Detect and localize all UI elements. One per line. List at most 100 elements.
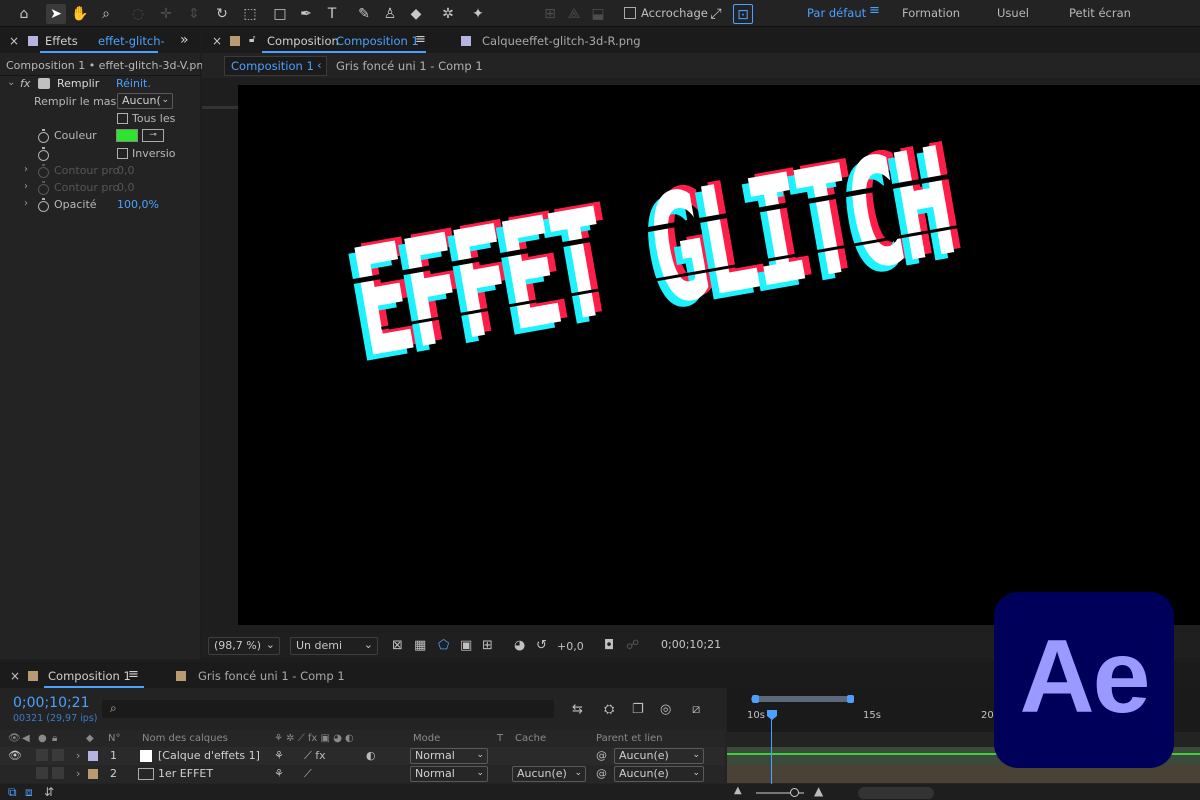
pan-tool-icon[interactable]: ✛ (156, 4, 176, 24)
work-area-start-handle[interactable] (752, 695, 759, 703)
layer-tab-name[interactable]: effet-glitch-3d-R.png (522, 34, 641, 48)
composition-tab-name[interactable]: Composition 1 (336, 34, 419, 48)
draft-3d-icon[interactable]: ⛭ (604, 702, 614, 717)
effects-tab-title[interactable]: effet-glitch- (98, 34, 165, 48)
brush-tool-icon[interactable]: ✎ (354, 4, 374, 24)
render-time-icon[interactable]: ⧈ (25, 785, 33, 800)
workspace-small-screen[interactable]: Petit écran (1069, 6, 1131, 20)
workspace-default[interactable]: Par défaut (807, 6, 866, 20)
dolly-tool-icon[interactable]: ⇕ (184, 4, 204, 24)
timeline-scrollbar[interactable] (858, 787, 934, 799)
effect-row-fill[interactable]: ⌄ fx Remplir Réinit. (0, 75, 200, 93)
fx-icon[interactable]: fx (20, 77, 30, 90)
viewer-timecode[interactable]: 0;00;10;21 (656, 637, 724, 655)
lock-cell[interactable] (52, 749, 64, 761)
text-tool-icon[interactable]: T (322, 4, 342, 24)
workspace-standard[interactable]: Usuel (997, 6, 1029, 20)
parent-dropdown[interactable]: Aucun(e) ⌄ (614, 766, 704, 782)
chevron-right-icon[interactable]: › (76, 749, 80, 762)
stopwatch-icon[interactable] (38, 147, 49, 161)
breadcrumb-comp2[interactable]: Gris foncé uni 1 - Comp 1 (336, 59, 483, 73)
comp-mini-flowchart-icon[interactable]: ⧉ (8, 785, 17, 800)
timeline-tab-1[interactable]: Composition 1 (48, 669, 131, 683)
stopwatch-icon[interactable] (38, 129, 49, 143)
quality-switch-icon[interactable]: ⟋ (304, 767, 312, 781)
close-icon[interactable]: × (9, 34, 19, 48)
anchor-tool-icon[interactable]: ⬚ (240, 4, 260, 24)
invert-checkbox[interactable] (117, 148, 128, 159)
resolution-dropdown[interactable]: Un demi ⌄ (290, 637, 378, 655)
quality-switch-icon[interactable]: ⟋ fx (304, 749, 326, 763)
work-area-end-handle[interactable] (847, 695, 854, 703)
eyedropper-icon[interactable]: ⊸ (142, 129, 164, 142)
chevron-right-icon[interactable]: › (24, 164, 28, 175)
snap-checkbox[interactable] (624, 7, 636, 19)
eye-icon[interactable]: 👁︎ (8, 749, 22, 762)
motion-blur-icon[interactable]: ◎ (660, 702, 671, 717)
snap-edges-icon[interactable]: ⊡ (733, 4, 753, 24)
chevron-right-icon[interactable]: › (24, 198, 28, 209)
parent-dropdown[interactable]: Aucun(e) ⌄ (614, 748, 704, 764)
composition-flowchart-icon[interactable]: ⇆ (572, 702, 583, 717)
selection-tool-icon[interactable]: ➤ (46, 4, 66, 24)
layer-name[interactable]: [Calque d'effets 1] (158, 749, 260, 762)
adjustment-switch-icon[interactable]: ◐ (366, 749, 376, 762)
zoom-tool-icon[interactable]: ⌕ (96, 4, 116, 24)
layer-name[interactable]: 1er EFFET (158, 767, 213, 780)
mode-dropdown[interactable]: Normal ⌄ (410, 766, 488, 782)
chevron-right-icon[interactable]: › (76, 767, 80, 780)
home-icon[interactable]: ⌂ (14, 4, 34, 24)
timeline-zoom-slider[interactable] (790, 788, 799, 797)
close-icon[interactable]: × (212, 34, 222, 48)
color-swatch[interactable] (116, 129, 138, 142)
roto-brush-tool-icon[interactable]: ✲ (438, 4, 458, 24)
rotate-tool-icon[interactable]: ↻ (212, 4, 232, 24)
matte-dropdown[interactable]: Aucun(e) ⌄ (512, 766, 586, 782)
snapshot-icon[interactable]: ◘ (604, 638, 614, 653)
fast-preview-icon[interactable]: ⊠ (392, 638, 403, 653)
workspace-menu-icon[interactable]: ≡ (869, 3, 880, 18)
mode-dropdown[interactable]: Normal ⌄ (410, 748, 488, 764)
mask-path-icon[interactable]: ⬠ (438, 638, 449, 653)
solo-cell[interactable] (36, 767, 48, 779)
channel-icon[interactable]: ◕ (514, 638, 525, 653)
transparency-grid-icon[interactable]: ▦ (414, 638, 426, 653)
axis-view-icon[interactable]: ⬓ (588, 4, 608, 24)
pen-tool-icon[interactable]: ✒ (296, 4, 316, 24)
layer-row[interactable]: 👁︎ › 1 [Calque d'effets 1] ⚘ ⟋ fx ◐ Norm… (0, 747, 725, 765)
snap-options-icon[interactable]: ⤢ (706, 4, 726, 24)
exposure-value[interactable]: +0,0 (557, 640, 584, 653)
pickwhip-icon[interactable]: @ (596, 749, 607, 762)
chevron-right-icon[interactable]: › (24, 181, 28, 192)
breadcrumb-active[interactable]: Composition 1 ‹ (224, 56, 327, 76)
current-timecode[interactable]: 0;00;10;21 (13, 695, 90, 711)
grid-guides-icon[interactable]: ⊞ (482, 638, 493, 653)
mask-dropdown[interactable]: Aucun( ⌄ (117, 93, 173, 109)
rectangle-tool-icon[interactable]: □ (270, 4, 290, 24)
eraser-tool-icon[interactable]: ◆ (406, 4, 426, 24)
axis-world-icon[interactable]: ⟁ (564, 4, 584, 24)
shy-switch-icon[interactable]: ⚘ (274, 767, 284, 780)
clone-stamp-tool-icon[interactable]: ♙ (380, 4, 400, 24)
workspace-training[interactable]: Formation (902, 6, 960, 20)
layer-row[interactable]: › 2 1er EFFET ⚘ ⟋ Normal ⌄ Aucun(e) ⌄ @ … (0, 765, 725, 783)
reset-exposure-icon[interactable]: ↺ (536, 638, 547, 653)
layer-search-input[interactable]: ⌕ (102, 700, 554, 718)
toggle-switches-icon[interactable]: ⇵ (44, 785, 54, 799)
panel-menu-icon[interactable]: ≡ (415, 32, 426, 47)
axis-local-icon[interactable]: ⊞ (540, 4, 560, 24)
playhead-handle[interactable] (767, 710, 777, 720)
timeline-tab-2[interactable]: Gris foncé uni 1 - Comp 1 (198, 669, 345, 683)
region-of-interest-icon[interactable]: ▣ (460, 638, 472, 653)
stopwatch-icon[interactable] (38, 198, 49, 212)
shy-switch-icon[interactable]: ⚘ (274, 749, 284, 762)
chevron-down-icon[interactable]: ⌄ (7, 77, 15, 88)
graph-editor-icon[interactable]: ⧄ (692, 702, 700, 717)
composition-canvas[interactable]: EFFET GLITCH EFFET GLITCH EFFET GLITCH (238, 85, 1200, 625)
zoom-out-icon[interactable]: ▲ (734, 785, 742, 796)
work-area-bar[interactable] (751, 696, 853, 702)
frame-blending-icon[interactable]: ❐ (632, 702, 644, 717)
hand-tool-icon[interactable]: ✋ (70, 4, 90, 24)
puppet-tool-icon[interactable]: ✦ (468, 4, 488, 24)
lock-cell[interactable] (52, 767, 64, 779)
